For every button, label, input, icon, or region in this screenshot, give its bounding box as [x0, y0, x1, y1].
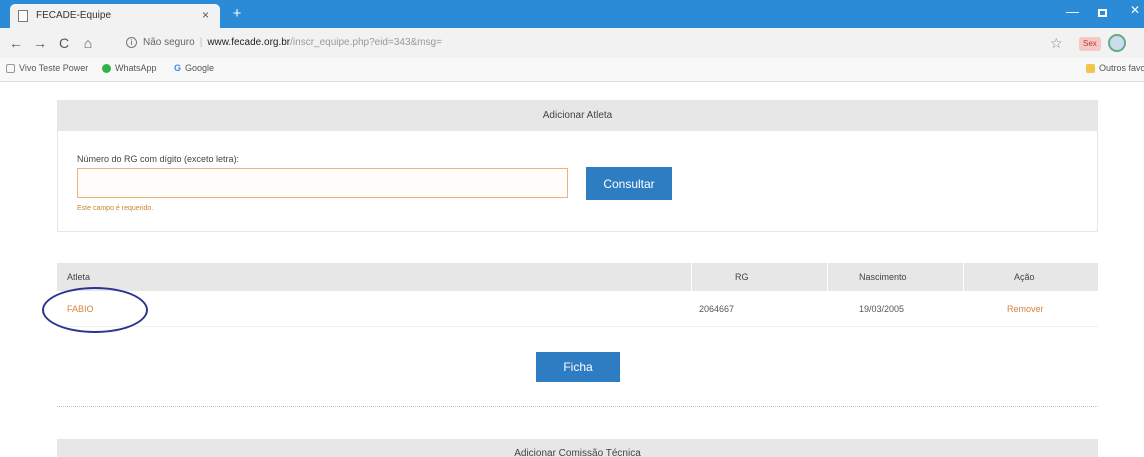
rg-label: Número do RG com dígito (exceto letra): — [77, 154, 240, 164]
extension-badge[interactable]: Sex — [1079, 37, 1101, 51]
back-icon[interactable]: ← — [8, 35, 24, 51]
tab-title: FECADE-Equipe — [36, 10, 112, 21]
technical-committee-panel-title: Adicionar Comissão Técnica — [57, 439, 1098, 457]
ficha-button[interactable]: Ficha — [536, 352, 620, 382]
minimize-icon[interactable]: — — [1066, 4, 1079, 19]
athlete-birthdate: 19/03/2005 — [859, 304, 905, 314]
url-host: www.fecade.org.br — [207, 37, 291, 48]
new-tab-button[interactable]: + — [226, 6, 248, 22]
address-bar: ← → C ⌂ i Não seguro | www.fecade.org.br/in… — [0, 28, 1144, 58]
header-nascimento: Nascimento — [859, 272, 907, 282]
table-header: Atleta RG Nascimento Ação — [57, 263, 1098, 291]
url-path: /inscr_equipe.php?eid=343&msg= — [290, 37, 442, 48]
window-close-icon[interactable]: ✕ — [1130, 3, 1140, 17]
browser-tab-bar: FECADE-Equipe × + — ✕ — [0, 0, 1144, 28]
rg-input[interactable] — [77, 168, 568, 198]
page-icon — [18, 10, 28, 22]
other-bookmarks-label: Outros favoritos — [1099, 63, 1144, 73]
bookmark-star-icon[interactable]: ☆ — [1050, 35, 1063, 52]
bookmark-item[interactable]: Vivo Teste Power — [6, 63, 89, 74]
section-divider — [57, 406, 1098, 407]
column-divider — [827, 263, 828, 291]
folder-icon — [1086, 64, 1095, 74]
maximize-icon[interactable] — [1098, 9, 1107, 17]
forward-icon[interactable]: → — [32, 35, 48, 51]
bookmark-item[interactable]: G Google — [174, 63, 214, 73]
add-athlete-panel: Adicionar Atleta Número do RG com dígito… — [57, 100, 1098, 232]
header-acao: Ação — [1014, 272, 1035, 282]
consultar-button[interactable]: Consultar — [586, 167, 672, 200]
profile-avatar-icon[interactable] — [1108, 34, 1126, 52]
url-separator: | — [199, 37, 203, 48]
page-icon — [6, 64, 15, 74]
required-error-text: Este campo é requerido. — [77, 205, 154, 212]
athlete-rg: 2064667 — [699, 304, 735, 314]
bookmark-label: Vivo Teste Power — [19, 63, 89, 73]
security-label: Não seguro — [143, 37, 195, 48]
home-icon[interactable]: ⌂ — [80, 35, 96, 51]
column-divider — [691, 263, 692, 291]
table-row: FABIO 2064667 19/03/2005 Remover — [57, 291, 1098, 327]
column-divider — [963, 263, 964, 291]
google-icon: G — [174, 63, 182, 74]
info-icon[interactable]: i — [126, 36, 137, 48]
panel-title: Adicionar Atleta — [58, 101, 1097, 131]
remove-link[interactable]: Remover — [1007, 291, 1044, 327]
bookmark-item[interactable]: WhatsApp — [102, 63, 157, 74]
browser-tab[interactable]: FECADE-Equipe × — [10, 4, 220, 28]
athlete-table: Atleta RG Nascimento Ação FABIO 2064667 … — [57, 263, 1098, 327]
bookmarks-bar: Vivo Teste Power WhatsApp G Google Outros… — [0, 58, 1144, 82]
close-tab-icon[interactable]: × — [202, 8, 209, 22]
annotation-circle — [42, 287, 148, 333]
reload-icon[interactable]: C — [56, 35, 72, 51]
other-bookmarks[interactable]: Outros favoritos — [1086, 63, 1144, 74]
bookmark-label: WhatsApp — [115, 63, 157, 73]
bookmark-label: Google — [185, 63, 215, 73]
header-rg: RG — [735, 272, 749, 282]
url-field[interactable]: i Não seguro | www.fecade.org.br/inscr_equi… — [126, 33, 1046, 53]
whatsapp-icon — [102, 64, 111, 74]
